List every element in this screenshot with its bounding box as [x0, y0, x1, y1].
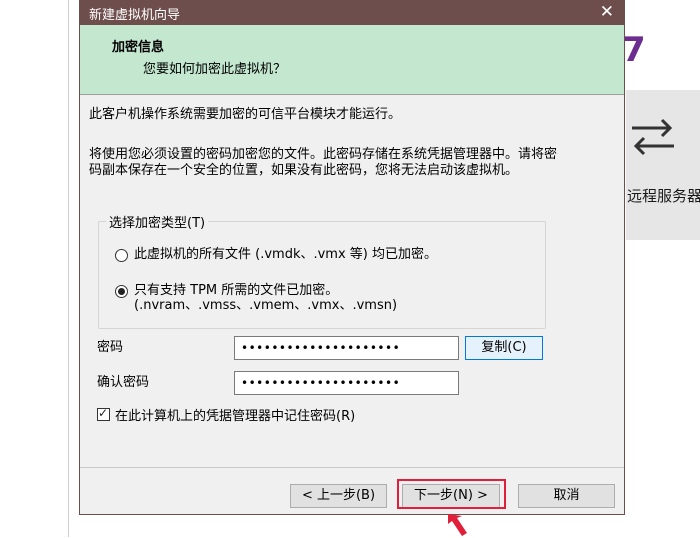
radio-button[interactable]	[115, 249, 128, 262]
confirm-password-label: 确认密码	[97, 375, 150, 390]
password-field[interactable]: •••••••••••••••••••••	[234, 336, 459, 360]
swap-arrows-icon	[632, 118, 674, 156]
dialog-titlebar[interactable]: 新建虚拟机向导 ✕	[80, 1, 624, 25]
cancel-button[interactable]: 取消	[518, 484, 615, 508]
footer-separator	[80, 467, 624, 468]
close-icon[interactable]: ✕	[600, 1, 614, 23]
remember-password-checkbox[interactable]: ✓	[97, 406, 110, 421]
radio-encrypt-tpm-only[interactable]: 只有支持 TPM 所需的文件已加密。(.nvram、.vmss、.vmem、.v…	[115, 283, 535, 313]
new-vm-wizard-dialog: 新建虚拟机向导 ✕ 加密信息 您要如何加密此虚拟机？ 此客户机操作系统需要加密的…	[79, 0, 625, 515]
radio-encrypt-all[interactable]: 此虚拟机的所有文件 (.vmdk、.vmx 等) 均已加密。	[115, 247, 437, 262]
wizard-header: 加密信息 您要如何加密此虚拟机？	[80, 25, 624, 95]
checkmark-icon: ✓	[98, 406, 109, 420]
remember-password-label: 在此计算机上的凭据管理器中记住密码(R)	[115, 409, 356, 424]
remember-password-checkbox-row[interactable]: ✓ 在此计算机上的凭据管理器中记住密码(R)	[97, 405, 355, 424]
background-logo-glyph: 7	[622, 30, 646, 70]
encryption-type-legend: 选择加密类型(T)	[106, 212, 209, 231]
confirm-password-field[interactable]: •••••••••••••••••••••	[234, 371, 459, 395]
radio-label: 此虚拟机的所有文件 (.vmdk、.vmx 等) 均已加密。	[134, 247, 437, 262]
header-title: 加密信息	[112, 40, 165, 55]
back-button[interactable]: < 上一步(B)	[290, 484, 387, 508]
header-subtitle: 您要如何加密此虚拟机？	[143, 62, 287, 77]
radio-button-selected[interactable]	[115, 285, 128, 298]
password-label: 密码	[97, 340, 124, 355]
dialog-title: 新建虚拟机向导	[89, 8, 181, 23]
intro-text: 此客户机操作系统需要加密的可信平台模块才能运行。	[89, 107, 402, 122]
radio-label: 只有支持 TPM 所需的文件已加密。(.nvram、.vmss、.vmem、.v…	[134, 283, 398, 313]
copy-password-button[interactable]: 复制(C)	[465, 336, 543, 360]
next-button-highlight	[397, 479, 506, 509]
remote-server-label: 远程服务器	[627, 187, 700, 205]
description-text: 将使用您必须设置的密码加密您的文件。此密码存储在系统凭据管理器中。请将密码副本保…	[89, 147, 558, 178]
background-left-panel	[0, 0, 69, 537]
pointer-arrow-icon	[448, 514, 467, 536]
